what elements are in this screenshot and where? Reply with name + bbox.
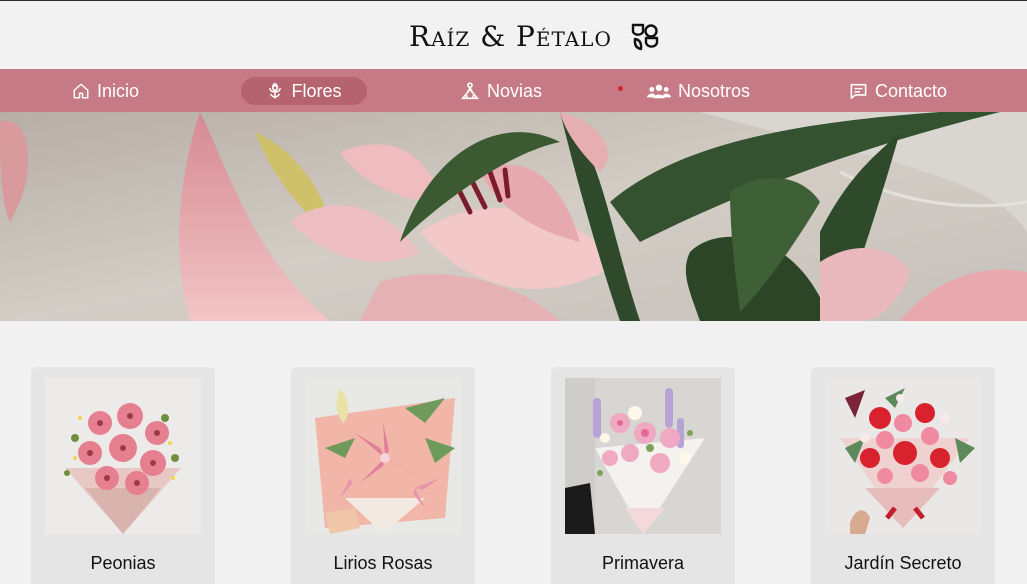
home-icon [72, 82, 90, 100]
pink-lily-bouquet-photo [305, 378, 461, 534]
product-name: Lirios Rosas [333, 553, 433, 573]
nav-item-label: Contacto [875, 81, 948, 101]
product-card[interactable]: Primavera [551, 367, 735, 584]
pink-gerbera-bouquet-photo [45, 378, 201, 534]
nav-item-novias[interactable]: Novias [448, 77, 554, 105]
flower-logo-icon [630, 22, 660, 52]
group-icon [647, 82, 671, 100]
nav-item-contacto[interactable]: Contacto [837, 77, 959, 105]
nav-item-label: Inicio [97, 81, 140, 101]
nav-item-flores[interactable]: Flores [241, 77, 367, 105]
nav-item-label: Flores [291, 81, 342, 101]
nav-item-nosotros[interactable]: Nosotros [635, 77, 762, 105]
product-name: Jardín Secreto [844, 553, 962, 573]
brand[interactable]: Raíz & Pétalo [409, 19, 660, 55]
flower-icon [266, 82, 284, 100]
brand-name: Raíz & Pétalo [409, 20, 612, 53]
page: Raíz & Pétalo Inicio Flores Novias Nosot… [0, 0, 1027, 584]
hero-banner [0, 112, 1027, 321]
product-name: Primavera [601, 553, 685, 573]
product-name: Peonias [90, 553, 156, 573]
nav-item-inicio[interactable]: Inicio [60, 77, 151, 105]
red-dot-marker [618, 86, 623, 91]
site-header: Raíz & Pétalo [0, 0, 1027, 69]
red-pink-mixed-bouquet-photo [825, 378, 981, 534]
main-nav: Inicio Flores Novias Nosotros Contacto [0, 69, 1027, 112]
pastel-spring-bouquet-photo [565, 378, 721, 534]
product-card[interactable]: Peonias [31, 367, 215, 584]
nav-item-label: Novias [487, 81, 543, 101]
bride-icon [460, 82, 480, 100]
product-card[interactable]: Jardín Secreto [811, 367, 995, 584]
product-card[interactable]: Lirios Rosas [291, 367, 475, 584]
pink-lilies-photo [0, 112, 1027, 321]
nav-item-label: Nosotros [678, 81, 751, 101]
chat-icon [849, 82, 868, 100]
